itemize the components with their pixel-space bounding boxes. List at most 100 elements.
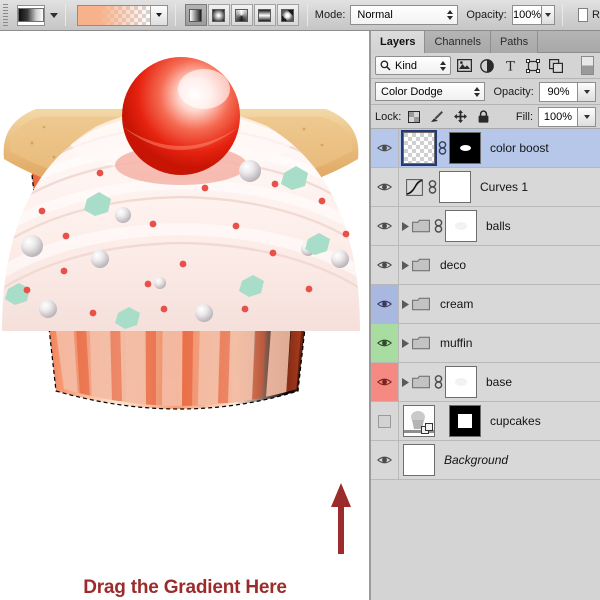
layer-mask-thumbnail[interactable]	[445, 366, 477, 398]
tool-preset-picker[interactable]	[16, 4, 45, 26]
opacity-label: Opacity:	[466, 9, 507, 21]
disclosure-triangle-icon[interactable]	[399, 338, 411, 348]
document-canvas[interactable]: Drag the Gradient Here 下载吧 www.xiazaiba.…	[0, 31, 370, 600]
layer-mask-thumbnail[interactable]	[449, 405, 481, 437]
layer-visibility-toggle[interactable]	[371, 324, 399, 362]
layer-name[interactable]: base	[486, 375, 512, 389]
layer-blend-mode-value: Color Dodge	[381, 85, 443, 98]
options-bar-drag-handle[interactable]	[2, 2, 9, 28]
fill-chevron-down-icon[interactable]	[578, 106, 596, 127]
disclosure-triangle-icon[interactable]	[399, 299, 411, 309]
filter-enable-toggle[interactable]	[581, 56, 594, 75]
layer-name[interactable]: cupcakes	[490, 414, 541, 428]
layer-thumbnail[interactable]	[403, 444, 435, 476]
divider	[64, 4, 66, 26]
layer-name[interactable]: cream	[440, 297, 473, 311]
layer-visibility-toggle[interactable]	[371, 168, 399, 206]
layer-row-balls[interactable]: balls	[371, 207, 600, 246]
layer-row-deco[interactable]: deco	[371, 246, 600, 285]
gradient-preview-swatch-icon[interactable]	[77, 5, 150, 25]
filter-kind-stepper-icon[interactable]	[440, 60, 446, 71]
lock-transparency-icon[interactable]	[404, 107, 424, 127]
tab-paths[interactable]: Paths	[490, 31, 539, 53]
radial-gradient-button[interactable]	[207, 4, 230, 26]
eye-icon	[377, 144, 392, 152]
lock-paint-icon[interactable]	[427, 107, 447, 127]
tab-layers[interactable]: Layers	[371, 31, 426, 53]
layer-visibility-toggle[interactable]	[371, 246, 399, 284]
disclosure-triangle-icon[interactable]	[399, 377, 411, 387]
curves-adjustment-icon[interactable]	[403, 178, 425, 196]
link-icon[interactable]	[431, 375, 445, 389]
fill-input[interactable]: 100%	[538, 106, 578, 127]
adjustment-filter-icon[interactable]	[477, 56, 497, 76]
reverse-checkbox[interactable]	[577, 8, 589, 22]
disclosure-triangle-icon[interactable]	[399, 221, 411, 231]
layer-name[interactable]: balls	[486, 219, 511, 233]
gradient-preview-picker[interactable]	[76, 4, 168, 26]
type-filter-icon[interactable]: T	[500, 56, 520, 76]
link-icon[interactable]	[435, 141, 449, 155]
pixel-filter-icon[interactable]	[454, 56, 474, 76]
layer-thumbnail[interactable]	[401, 130, 437, 166]
filter-kind-select[interactable]: Kind	[375, 56, 451, 75]
layer-mask-thumbnail[interactable]	[449, 132, 481, 164]
reflected-gradient-button[interactable]	[253, 4, 276, 26]
cupcake-illustration	[2, 57, 360, 410]
blend-mode-stepper-icon[interactable]	[447, 10, 454, 20]
layer-visibility-toggle[interactable]	[371, 441, 399, 479]
smart-object-filter-icon[interactable]	[546, 56, 566, 76]
layer-row-curves-1[interactable]: Curves 1	[371, 168, 600, 207]
layer-opacity-input[interactable]: 90%	[538, 81, 579, 102]
linear-gradient-button[interactable]	[184, 4, 207, 26]
layer-mask-thumbnail[interactable]	[439, 171, 471, 203]
divider	[174, 4, 176, 26]
layer-row-background[interactable]: Background	[371, 441, 600, 480]
layer-blend-mode-stepper-icon[interactable]	[474, 86, 481, 97]
tool-preset-chevron-down-icon[interactable]	[49, 12, 58, 18]
layer-name[interactable]: muffin	[440, 336, 472, 350]
layer-visibility-toggle[interactable]	[371, 129, 399, 167]
lock-all-icon[interactable]	[473, 107, 493, 127]
layer-blend-mode-select[interactable]: Color Dodge	[375, 82, 486, 101]
smart-object-badge-icon	[421, 423, 433, 434]
opacity-input[interactable]: 100%	[511, 5, 543, 25]
layer-name[interactable]: deco	[440, 258, 466, 272]
tab-channels[interactable]: Channels	[425, 31, 491, 53]
shape-filter-icon[interactable]	[523, 56, 543, 76]
layer-filter-row: Kind T	[371, 53, 600, 79]
layer-name[interactable]: color boost	[490, 141, 549, 155]
lock-position-icon[interactable]	[450, 107, 470, 127]
layer-name[interactable]: Background	[444, 453, 508, 467]
layer-thumbnail[interactable]	[403, 405, 435, 437]
layer-name[interactable]: Curves 1	[480, 180, 528, 194]
layer-row-muffin[interactable]: muffin	[371, 324, 600, 363]
diamond-gradient-button[interactable]	[276, 4, 299, 26]
layer-opacity-chevron-down-icon[interactable]	[578, 81, 597, 102]
opacity-chevron-down-icon[interactable]	[542, 5, 555, 25]
link-icon[interactable]	[425, 180, 439, 194]
layer-visibility-toggle[interactable]	[371, 402, 399, 440]
layer-row-color-boost[interactable]: color boost	[371, 129, 600, 168]
disclosure-triangle-icon[interactable]	[399, 260, 411, 270]
layer-visibility-toggle[interactable]	[371, 363, 399, 401]
layer-visibility-toggle[interactable]	[371, 285, 399, 323]
blend-mode-select[interactable]: Normal	[350, 5, 459, 25]
gradient-presets-chevron-down-icon[interactable]	[149, 5, 167, 25]
layer-list: color boost Curves 1 balls deco cream mu…	[371, 129, 600, 480]
layer-row-base[interactable]: base	[371, 363, 600, 402]
layer-row-cupcakes[interactable]: cupcakes	[371, 402, 600, 441]
link-icon[interactable]	[431, 219, 445, 233]
layer-mask-thumbnail[interactable]	[445, 210, 477, 242]
layer-visibility-toggle[interactable]	[371, 207, 399, 245]
drag-direction-arrow-icon	[331, 483, 351, 554]
eye-icon	[377, 456, 392, 464]
layer-row-cream[interactable]: cream	[371, 285, 600, 324]
opacity-value: 100%	[512, 9, 542, 21]
angle-gradient-button[interactable]	[230, 4, 253, 26]
eye-icon	[377, 300, 392, 308]
tab-bar-filler	[538, 31, 600, 52]
folder-icon	[411, 336, 431, 350]
eye-icon	[377, 339, 392, 347]
eye-icon	[377, 222, 392, 230]
